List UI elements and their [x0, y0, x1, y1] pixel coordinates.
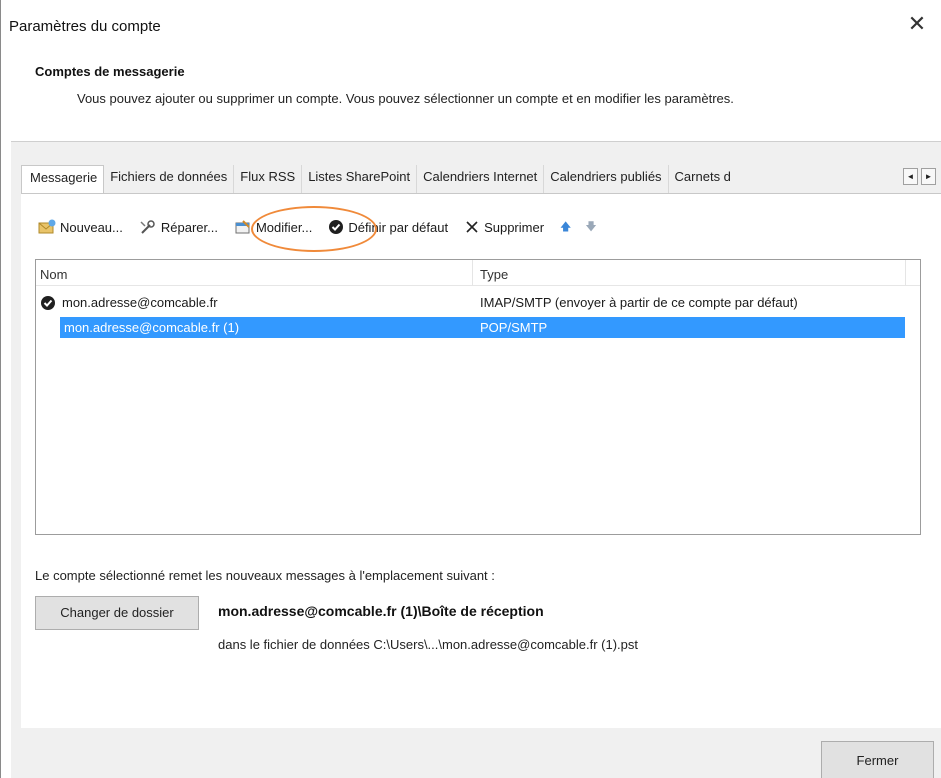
move-down-arrow-icon[interactable]: 🡇 — [585, 218, 596, 237]
dialog-title: Paramètres du compte — [9, 18, 161, 35]
column-divider[interactable] — [905, 260, 906, 286]
tab-messagerie[interactable]: Messagerie — [21, 165, 105, 193]
column-header-name[interactable]: Nom — [40, 267, 67, 282]
accounts-list[interactable]: Nom Type mon.adresse@comcable.fr IMAP/SM… — [35, 259, 921, 535]
account-row[interactable]: mon.adresse@comcable.fr IMAP/SMTP (envoy… — [36, 292, 905, 314]
tab-flux-rss[interactable]: Flux RSS — [234, 165, 303, 193]
account-row-selected[interactable]: mon.adresse@comcable.fr (1) POP/SMTP — [36, 317, 905, 339]
section-header: Comptes de messagerie Vous pouvez ajoute… — [35, 64, 734, 106]
repair-button[interactable]: Réparer... — [139, 219, 218, 235]
section-title: Comptes de messagerie — [35, 64, 185, 79]
move-up-arrow-icon[interactable]: 🡅 — [560, 218, 571, 237]
tab-listes-sharepoint[interactable]: Listes SharePoint — [302, 165, 418, 193]
tab-scroll-right-icon[interactable]: ► — [921, 168, 936, 185]
account-settings-dialog: Paramètres du compte ✕ Comptes de messag… — [0, 0, 941, 778]
modify-highlight-ring — [251, 206, 377, 252]
delete-label: Supprimer — [484, 219, 545, 235]
account-type: POP/SMTP — [478, 317, 905, 338]
account-name: mon.adresse@comcable.fr — [62, 295, 218, 310]
new-mail-icon — [38, 219, 56, 234]
close-icon[interactable]: ✕ — [907, 13, 927, 35]
data-file-path: dans le fichier de données C:\Users\...\… — [218, 637, 638, 652]
delete-x-icon — [466, 221, 478, 233]
wrench-icon — [140, 220, 155, 234]
account-name: mon.adresse@comcable.fr (1) — [60, 317, 478, 338]
delivery-location-label: Le compte sélectionné remet les nouveaux… — [35, 568, 495, 583]
new-account-label: Nouveau... — [60, 219, 123, 235]
column-divider[interactable] — [472, 260, 473, 286]
tab-fichiers-de-donnees[interactable]: Fichiers de données — [104, 165, 235, 193]
tab-strip: Messagerie Fichiers de données Flux RSS … — [21, 165, 751, 193]
list-header: Nom Type — [36, 260, 920, 286]
tab-calendriers-internet[interactable]: Calendriers Internet — [417, 165, 545, 193]
column-header-type[interactable]: Type — [480, 267, 508, 282]
section-description: Vous pouvez ajouter ou supprimer un comp… — [77, 91, 734, 106]
delete-button[interactable]: Supprimer — [464, 219, 544, 235]
close-button[interactable]: Fermer — [821, 741, 934, 778]
mailbox-path: mon.adresse@comcable.fr (1)\Boîte de réc… — [218, 603, 544, 619]
account-type: IMAP/SMTP (envoyer à partir de ce compte… — [480, 295, 798, 310]
new-account-button[interactable]: Nouveau... — [38, 219, 123, 235]
change-folder-button[interactable]: Changer de dossier — [35, 596, 199, 630]
tab-calendriers-publies[interactable]: Calendriers publiés — [544, 165, 669, 193]
tab-carnets[interactable]: Carnets d — [669, 165, 751, 193]
tab-scroll-left-icon[interactable]: ◄ — [903, 168, 918, 185]
modify-account-icon — [235, 220, 250, 234]
dialog-footer — [11, 728, 941, 778]
repair-label: Réparer... — [160, 219, 218, 235]
